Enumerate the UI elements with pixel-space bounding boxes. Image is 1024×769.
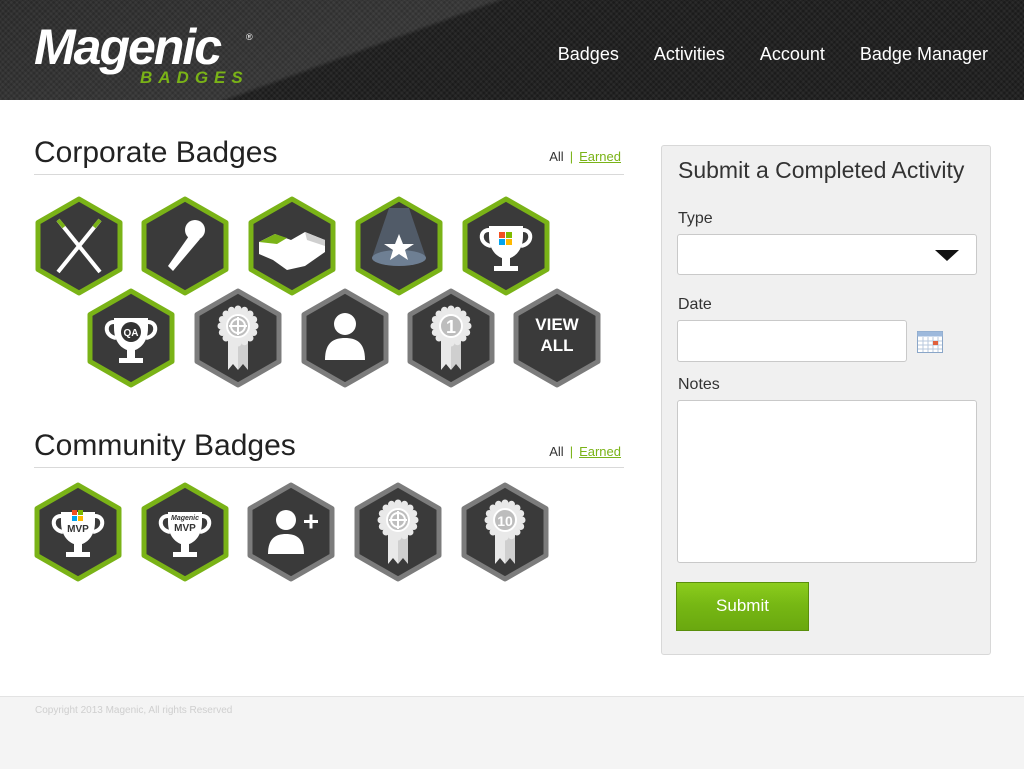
qa-trophy-icon: QA [87,288,175,388]
badge[interactable]: 1 [406,288,496,388]
logo-wordmark: Magenic [34,19,222,75]
corporate-divider [34,174,624,175]
badge[interactable] [246,482,336,582]
copyright-text: Copyright 2013 Magenic, All rights Reser… [35,705,233,716]
add-person-icon [247,482,335,582]
person-icon [301,288,389,388]
community-filter-links: All | Earned [549,444,621,459]
badge[interactable]: QA [86,288,176,388]
corporate-filter-links: All | Earned [549,149,621,164]
nav-badges[interactable]: Badges [558,44,619,65]
registered-mark: ® [246,32,253,42]
badge[interactable] [461,196,551,296]
community-badges-title: Community Badges [34,429,296,462]
crosshair-ribbon-icon [194,288,282,388]
panel-title: Submit a Completed Activity [678,157,965,183]
magenic-badges-logo[interactable]: Magenic ® BADGES [34,20,264,95]
badge[interactable] [354,196,444,296]
badge[interactable] [353,482,443,582]
notes-label: Notes [678,376,720,393]
windows-trophy-icon [462,196,550,296]
number-one-ribbon-icon: 1 [407,288,495,388]
nav-activities[interactable]: Activities [654,44,725,65]
spotlight-star-icon [355,196,443,296]
nav-badge-manager[interactable]: Badge Manager [860,44,988,65]
type-select[interactable] [677,234,977,275]
date-input[interactable] [677,320,907,362]
community-filter-all[interactable]: All [549,444,563,459]
corporate-badges-title: Corporate Badges [34,136,278,169]
community-filter-earned[interactable]: Earned [579,444,621,459]
submit-activity-panel: Submit a Completed Activity Type Date No… [661,145,991,655]
crossed-batons-icon [35,196,123,296]
filter-separator: | [569,444,574,459]
view-all-line2: ALL [540,336,574,355]
community-divider [34,467,624,468]
badge[interactable] [34,196,124,296]
badge[interactable]: Magenic MVP [140,482,230,582]
svg-text:QA: QA [124,328,139,339]
badge[interactable]: 10 [460,482,550,582]
svg-text:MVP: MVP [174,523,196,534]
submit-button[interactable]: Submit [676,582,809,631]
microphone-icon [141,196,229,296]
windows-mvp-trophy-icon: MVP [34,482,122,582]
calendar-icon[interactable] [917,331,943,353]
type-label: Type [678,210,713,227]
svg-text:Magenic: Magenic [171,515,199,522]
badge[interactable] [193,288,283,388]
corporate-filter-earned[interactable]: Earned [579,149,621,164]
filter-separator: | [569,149,574,164]
svg-text:MVP: MVP [67,524,89,535]
badge[interactable]: MVP [33,482,123,582]
badge[interactable] [300,288,390,388]
main-nav: Badges Activities Account Badge Manager [523,44,988,65]
date-label: Date [678,296,712,313]
nav-account[interactable]: Account [760,44,825,65]
dropdown-arrow-icon[interactable] [935,250,959,261]
site-header: Magenic ® BADGES Badges Activities Accou… [0,0,1024,100]
magenic-mvp-trophy-icon: Magenic MVP [141,482,229,582]
svg-text:1: 1 [446,317,456,337]
site-footer: Copyright 2013 Magenic, All rights Reser… [0,696,1024,769]
handshake-icon [248,196,336,296]
crosshair-ribbon-icon [354,482,442,582]
svg-text:10: 10 [497,513,513,529]
number-ten-ribbon-icon: 10 [461,482,549,582]
view-all-badge-button[interactable]: VIEW ALL [512,288,602,388]
view-all-line1: VIEW [535,315,579,334]
logo-subtitle: BADGES [140,68,249,87]
corporate-filter-all[interactable]: All [549,149,563,164]
badge[interactable] [247,196,337,296]
badge[interactable] [140,196,230,296]
notes-textarea[interactable] [677,400,977,563]
view-all-label: VIEW ALL [512,314,602,356]
